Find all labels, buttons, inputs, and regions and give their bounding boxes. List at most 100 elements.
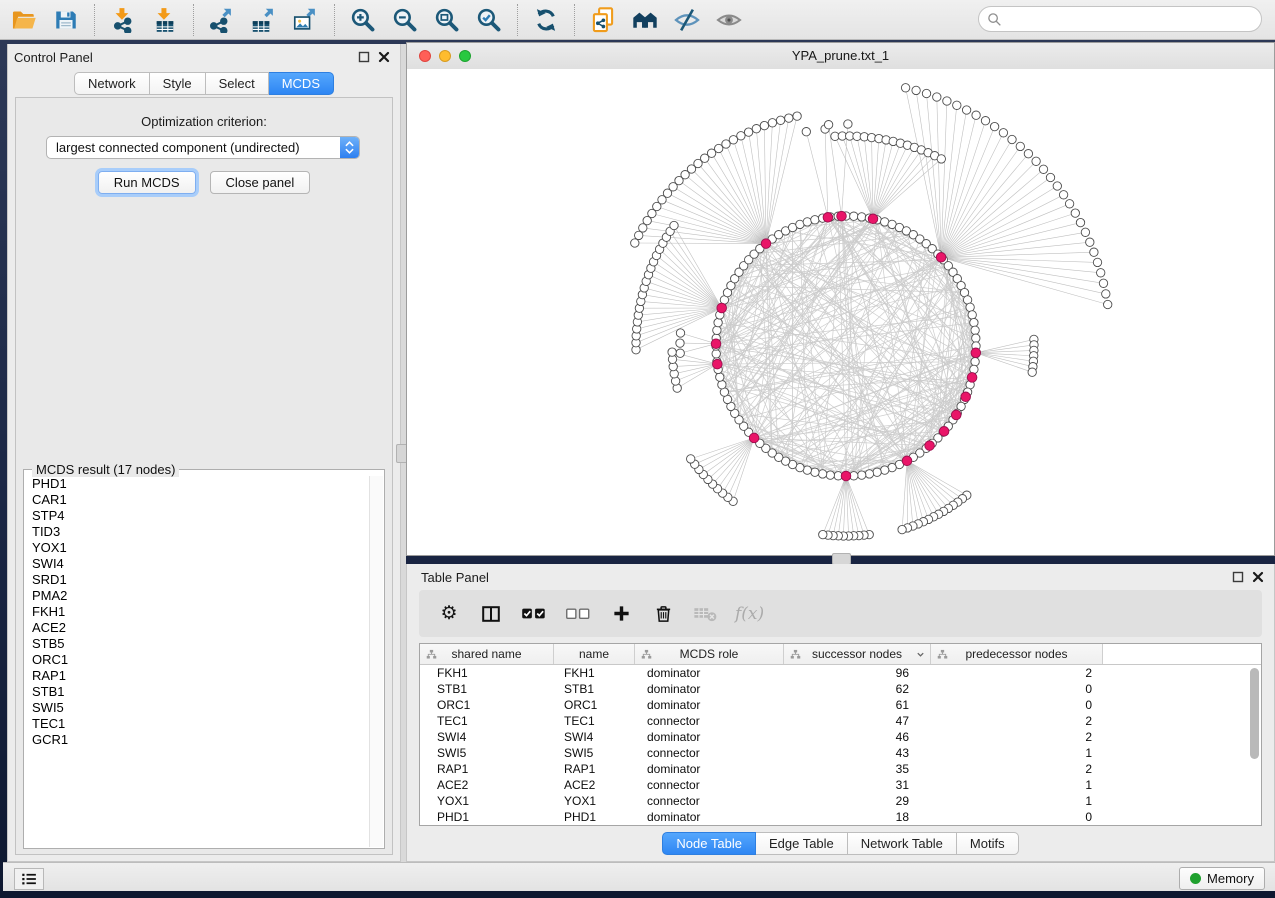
graph-leaf-node[interactable] (943, 97, 951, 105)
graph-leaf-node[interactable] (1102, 290, 1110, 298)
graph-leaf-node[interactable] (670, 221, 678, 229)
graph-leaf-node[interactable] (981, 117, 989, 125)
zoom-out-button[interactable] (387, 4, 423, 36)
copy-network-button[interactable] (585, 4, 621, 36)
close-panel-icon[interactable] (378, 51, 390, 63)
graph-leaf-node[interactable] (676, 329, 684, 337)
graph-node[interactable] (718, 381, 726, 389)
graph-leaf-node[interactable] (937, 155, 945, 163)
graph-node[interactable] (971, 358, 979, 366)
show-all-button[interactable] (711, 4, 747, 36)
graph-leaf-node[interactable] (912, 86, 920, 94)
table-row[interactable]: RAP1RAP1dominator352 (420, 761, 1261, 777)
graph-leaf-node[interactable] (953, 101, 961, 109)
graph-leaf-node[interactable] (1046, 173, 1054, 181)
graph-leaf-node[interactable] (1076, 218, 1084, 226)
mcds-result-item[interactable]: TID3 (25, 524, 369, 540)
mcds-result-item[interactable]: STP4 (25, 508, 369, 524)
zoom-selected-button[interactable] (471, 4, 507, 36)
table-row[interactable]: STB1STB1dominator620 (420, 681, 1261, 697)
column-header-predecessor-nodes[interactable]: predecessor nodes (931, 644, 1103, 664)
graph-leaf-node[interactable] (1093, 258, 1101, 266)
graph-leaf-node[interactable] (744, 128, 752, 136)
graph-node[interactable] (881, 466, 889, 474)
run-mcds-button[interactable]: Run MCDS (98, 171, 196, 194)
table-row[interactable]: YOX1YOX1connector291 (420, 793, 1261, 809)
close-panel-icon[interactable] (1252, 571, 1264, 583)
table-row[interactable]: SWI4SWI4dominator462 (420, 729, 1261, 745)
mcds-result-item[interactable]: SRD1 (25, 572, 369, 588)
table-row[interactable]: PHD1PHD1dominator180 (420, 809, 1261, 825)
export-image-button[interactable] (288, 4, 324, 36)
float-window-icon[interactable] (1232, 571, 1244, 583)
graph-node[interactable] (811, 468, 819, 476)
tab-edge-table[interactable]: Edge Table (756, 832, 848, 855)
mcds-result-list[interactable]: PHD1CAR1STP4TID3YOX1SWI4SRD1PMA2FKH1ACE2… (25, 476, 369, 847)
delete-row-button[interactable] (651, 601, 675, 627)
first-neighbors-button[interactable] (627, 4, 663, 36)
graph-leaf-node[interactable] (962, 106, 970, 114)
graph-node[interactable] (811, 216, 819, 224)
graph-leaf-node[interactable] (1053, 182, 1061, 190)
mcds-graph-node[interactable] (967, 373, 977, 383)
zoom-fit-button[interactable] (429, 4, 465, 36)
graph-leaf-node[interactable] (1090, 248, 1098, 256)
open-file-button[interactable] (6, 4, 42, 36)
graph-leaf-node[interactable] (901, 84, 909, 92)
mcds-graph-node[interactable] (936, 253, 946, 263)
graph-leaf-node[interactable] (1086, 238, 1094, 246)
graph-node[interactable] (970, 318, 978, 326)
graph-leaf-node[interactable] (1008, 135, 1016, 143)
graph-leaf-node[interactable] (785, 114, 793, 122)
zoom-in-button[interactable] (345, 4, 381, 36)
mcds-graph-node[interactable] (837, 211, 847, 221)
column-header-shared-name[interactable]: shared name (420, 644, 554, 664)
save-session-button[interactable] (48, 4, 84, 36)
mcds-graph-node[interactable] (749, 433, 759, 443)
graph-leaf-node[interactable] (635, 231, 643, 239)
table-row[interactable]: ACE2ACE2connector311 (420, 777, 1261, 793)
table-row[interactable]: ORC1ORC1dominator610 (420, 697, 1261, 713)
graph-leaf-node[interactable] (972, 111, 980, 119)
mcds-result-item[interactable]: RAP1 (25, 668, 369, 684)
tab-select[interactable]: Select (206, 72, 269, 95)
graph-node[interactable] (712, 350, 720, 358)
graph-node[interactable] (713, 326, 721, 334)
table-row[interactable]: TEC1TEC1connector472 (420, 713, 1261, 729)
graph-node[interactable] (858, 213, 866, 221)
graph-leaf-node[interactable] (668, 348, 676, 356)
mcds-result-item[interactable]: YOX1 (25, 540, 369, 556)
graph-leaf-node[interactable] (729, 136, 737, 144)
split-view-button[interactable] (479, 601, 503, 627)
tab-style[interactable]: Style (150, 72, 206, 95)
graph-leaf-node[interactable] (1097, 269, 1105, 277)
mcds-graph-node[interactable] (713, 359, 723, 369)
graph-node[interactable] (873, 468, 881, 476)
node-table[interactable]: shared namenameMCDS rolesuccessor nodesp… (419, 643, 1262, 826)
table-scrollbar-thumb[interactable] (1250, 668, 1259, 759)
mcds-result-item[interactable]: PMA2 (25, 588, 369, 604)
graph-node[interactable] (850, 212, 858, 220)
tab-network-table[interactable]: Network Table (848, 832, 957, 855)
criterion-select[interactable]: largest connected component (undirected) (46, 136, 360, 159)
search-input[interactable] (1007, 11, 1253, 28)
import-table-button[interactable] (147, 4, 183, 36)
table-row[interactable]: FKH1FKH1dominator962 (420, 665, 1261, 681)
mcds-result-item[interactable]: STB5 (25, 636, 369, 652)
show-panels-list-button[interactable] (14, 868, 44, 890)
graph-leaf-node[interactable] (1065, 200, 1073, 208)
mcds-result-item[interactable]: ORC1 (25, 652, 369, 668)
mcds-result-item[interactable]: SWI5 (25, 700, 369, 716)
export-network-button[interactable] (204, 4, 240, 36)
graph-node[interactable] (818, 470, 826, 478)
memory-button[interactable]: Memory (1179, 867, 1265, 890)
graph-leaf-node[interactable] (752, 125, 760, 133)
graph-leaf-node[interactable] (1059, 191, 1067, 199)
graph-leaf-node[interactable] (898, 525, 906, 533)
graph-leaf-node[interactable] (687, 455, 695, 463)
mcds-graph-node[interactable] (823, 213, 833, 223)
mcds-result-item[interactable]: ACE2 (25, 620, 369, 636)
graph-leaf-node[interactable] (1104, 300, 1112, 308)
column-header-MCDS-role[interactable]: MCDS role (635, 644, 784, 664)
graph-leaf-node[interactable] (631, 239, 639, 247)
